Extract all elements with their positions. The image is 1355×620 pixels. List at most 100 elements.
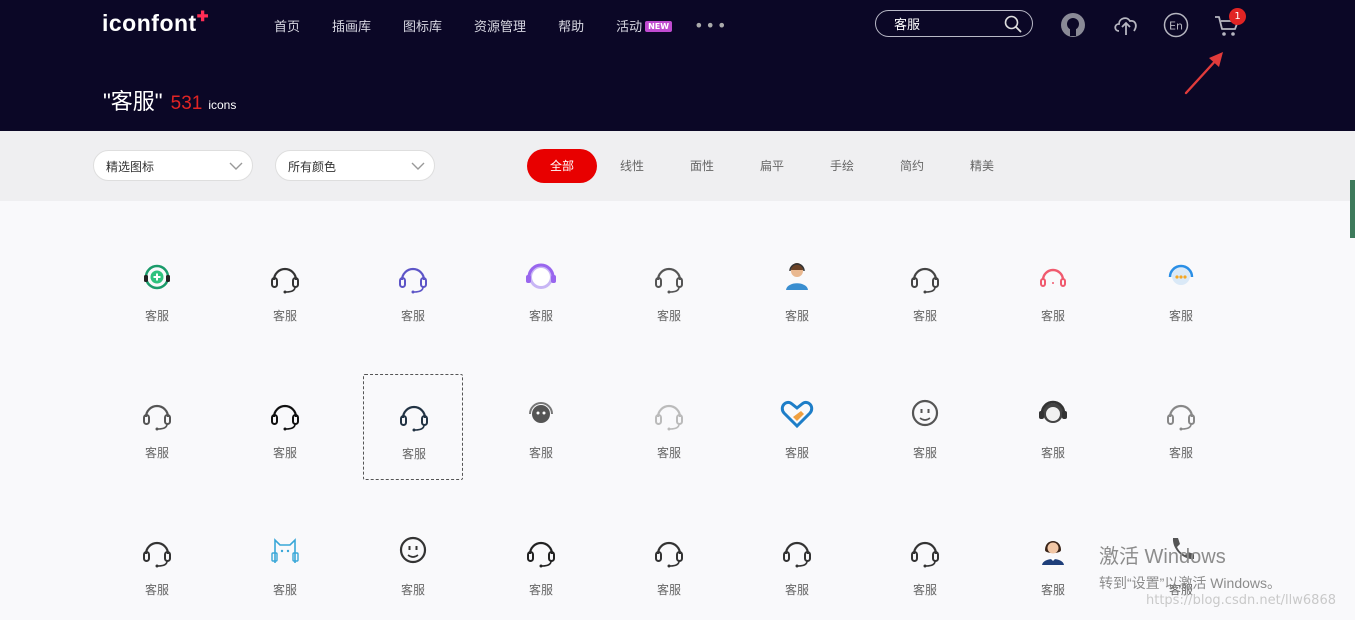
search-icon[interactable] bbox=[1004, 15, 1022, 33]
headset-gray-icon bbox=[1161, 393, 1201, 437]
icon-card[interactable]: 客服 bbox=[1131, 374, 1231, 480]
headset-pink-icon bbox=[1033, 256, 1073, 300]
icon-label: 客服 bbox=[144, 309, 169, 323]
icon-card[interactable]: 客服 bbox=[363, 374, 463, 480]
headset-mic-icon bbox=[393, 256, 433, 300]
smiley-headset-icon bbox=[905, 256, 945, 300]
language-icon[interactable]: En bbox=[1163, 12, 1189, 38]
cart-count-badge: 1 bbox=[1229, 8, 1246, 25]
github-icon[interactable] bbox=[1060, 12, 1086, 38]
iconfont-logo[interactable]: iconfont✚ bbox=[102, 8, 209, 37]
nav-icon-library[interactable]: 图标库 bbox=[403, 16, 442, 35]
icon-card[interactable]: 客服 bbox=[491, 237, 591, 343]
headset-teal-icon bbox=[394, 394, 434, 438]
search-box[interactable] bbox=[875, 10, 1033, 37]
icon-card[interactable]: 客服 bbox=[363, 237, 463, 343]
headset-face-purple-icon bbox=[521, 256, 561, 300]
icon-label: 客服 bbox=[528, 309, 553, 323]
icon-label: 客服 bbox=[1040, 446, 1065, 460]
icon-label: 客服 bbox=[1040, 309, 1065, 323]
annotation-arrow bbox=[1184, 52, 1223, 95]
chevron-down-icon bbox=[229, 162, 243, 170]
face-circle-icon bbox=[905, 393, 945, 437]
upload-cloud-icon[interactable] bbox=[1112, 12, 1140, 38]
icon-card[interactable]: 客服 bbox=[107, 374, 207, 480]
icon-card[interactable]: 客服 bbox=[1003, 374, 1103, 480]
headset-outline-icon bbox=[649, 256, 689, 300]
icon-label: 客服 bbox=[401, 447, 426, 461]
chevron-down-icon bbox=[411, 162, 425, 170]
main-nav: 首页 插画库 图标库 资源管理 帮助 活动 NEW ••• bbox=[274, 15, 728, 35]
chat-headset-blue-icon bbox=[1161, 256, 1201, 300]
icon-card[interactable]: 客服 bbox=[235, 237, 335, 343]
icon-type-value: 精选图标 bbox=[106, 160, 155, 174]
icon-card[interactable]: 客服 bbox=[235, 511, 335, 617]
icon-card[interactable]: 客服 bbox=[875, 374, 975, 480]
logo-plus-icon: ✚ bbox=[196, 8, 209, 24]
icon-card[interactable]: 客服 bbox=[1003, 237, 1103, 343]
top-header: iconfont✚ 首页 插画库 图标库 资源管理 帮助 活动NEW ••• E… bbox=[0, 0, 1355, 131]
icon-label: 客服 bbox=[1168, 446, 1193, 460]
icon-card[interactable]: 客服 bbox=[875, 511, 975, 617]
icon-label: 客服 bbox=[912, 309, 937, 323]
result-count: 531 bbox=[170, 93, 203, 114]
icon-card[interactable]: 客服 bbox=[1003, 511, 1103, 617]
tab-linear[interactable]: 线性 bbox=[597, 149, 667, 183]
color-select[interactable]: 所有颜色 bbox=[275, 150, 435, 181]
icon-label: 客服 bbox=[272, 583, 297, 597]
icon-card[interactable]: 客服 bbox=[619, 237, 719, 343]
icon-card[interactable]: 客服 bbox=[1131, 237, 1231, 343]
icon-card[interactable]: 客服 bbox=[875, 237, 975, 343]
nav-home[interactable]: 首页 bbox=[274, 16, 300, 35]
tab-exquisite[interactable]: 精美 bbox=[947, 149, 1017, 183]
icon-card[interactable]: 客服 bbox=[747, 237, 847, 343]
icon-card[interactable]: 客服 bbox=[747, 511, 847, 617]
icon-card[interactable]: 客服 bbox=[363, 511, 463, 617]
language-label: En bbox=[1169, 20, 1183, 33]
icon-card[interactable]: 客服 bbox=[235, 374, 335, 480]
icon-card[interactable]: 客服 bbox=[747, 374, 847, 480]
filter-bar: 精选图标 所有颜色 全部 线性 面性 扁平 手绘 简约 精美 bbox=[0, 131, 1355, 201]
search-result-title: "客服" 531 icons bbox=[103, 84, 236, 116]
heart-hands-icon bbox=[777, 393, 817, 437]
icon-card[interactable]: 客服 bbox=[619, 511, 719, 617]
icon-card[interactable]: 客服 bbox=[491, 374, 591, 480]
watermark-line2: 转到“设置”以激活 Windows。 bbox=[1099, 575, 1282, 591]
icon-card[interactable]: 客服 bbox=[107, 511, 207, 617]
headset-light-gray-icon bbox=[649, 393, 689, 437]
icon-label: 客服 bbox=[272, 446, 297, 460]
headset-plus-icon bbox=[137, 256, 177, 300]
tab-all[interactable]: 全部 bbox=[527, 149, 597, 183]
tab-hand-drawn[interactable]: 手绘 bbox=[807, 149, 877, 183]
tab-filled[interactable]: 面性 bbox=[667, 149, 737, 183]
nav-activity-label: 活动 bbox=[616, 19, 643, 35]
icon-label: 客服 bbox=[1168, 309, 1193, 323]
icon-label: 客服 bbox=[272, 309, 297, 323]
source-watermark: https://blog.csdn.net/llw6868 bbox=[1146, 593, 1336, 608]
icon-card[interactable]: 客服 bbox=[107, 237, 207, 343]
woman-agent-icon bbox=[1033, 530, 1073, 574]
search-input[interactable] bbox=[892, 15, 1001, 32]
nav-resource-manage[interactable]: 资源管理 bbox=[474, 16, 526, 35]
headset-mic-outline-icon bbox=[649, 530, 689, 574]
result-unit: icons bbox=[208, 98, 237, 112]
support-agent-avatar-icon bbox=[777, 256, 817, 300]
more-menu-icon[interactable]: ••• bbox=[694, 16, 728, 35]
tab-flat[interactable]: 扁平 bbox=[737, 149, 807, 183]
scrollbar-thumb[interactable] bbox=[1350, 180, 1355, 238]
icon-label: 客服 bbox=[784, 583, 809, 597]
headset-side-icon bbox=[905, 530, 945, 574]
icon-type-select[interactable]: 精选图标 bbox=[93, 150, 253, 181]
icon-label: 客服 bbox=[656, 309, 681, 323]
agent-dark-avatar-icon bbox=[1033, 393, 1073, 437]
watermark-line1: 激活 Windows bbox=[1099, 546, 1226, 568]
tab-simple[interactable]: 简约 bbox=[877, 149, 947, 183]
icon-card[interactable]: 客服 bbox=[491, 511, 591, 617]
nav-activity[interactable]: 活动 NEW bbox=[616, 16, 673, 35]
nav-help[interactable]: 帮助 bbox=[558, 16, 584, 35]
nav-illustrations[interactable]: 插画库 bbox=[332, 16, 371, 35]
icon-card[interactable]: 客服 bbox=[619, 374, 719, 480]
headset-round-icon bbox=[137, 530, 177, 574]
person-headset-icon bbox=[521, 530, 561, 574]
icon-label: 客服 bbox=[528, 583, 553, 597]
